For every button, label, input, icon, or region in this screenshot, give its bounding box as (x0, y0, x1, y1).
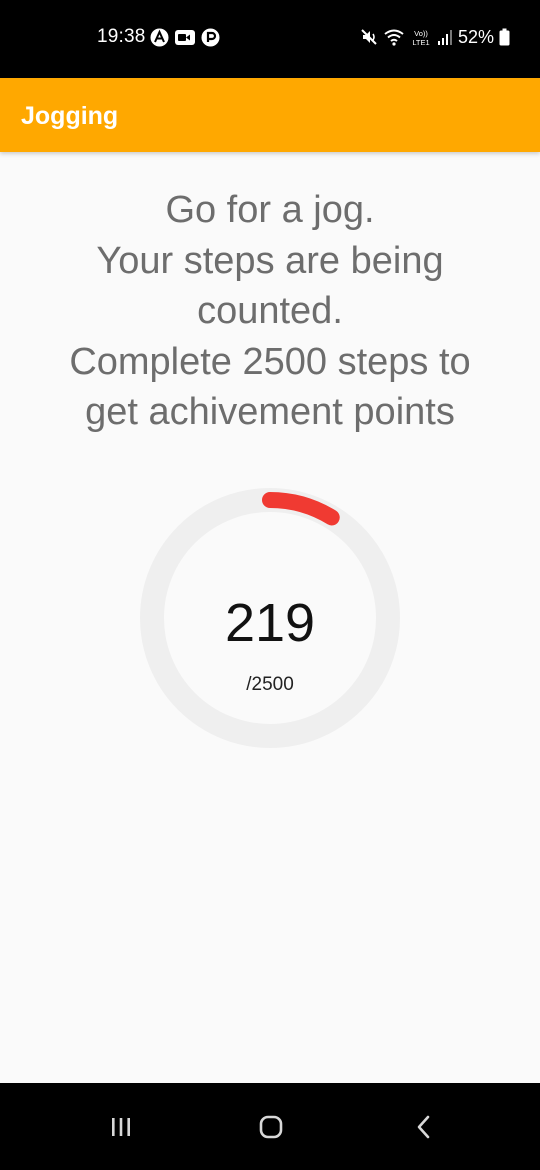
step-goal: /2500 (246, 674, 294, 695)
screen: 19:38 Vo)) LTE1 52% Jogging Go for a jog… (0, 0, 540, 1170)
status-time: 19:38 (97, 26, 146, 47)
status-system-icons: Vo)) LTE1 52% (360, 26, 510, 48)
notification-a-icon (150, 28, 169, 46)
home-button[interactable] (249, 1105, 293, 1149)
battery-icon (499, 28, 510, 46)
instruction-line: counted. (197, 290, 343, 332)
svg-text:Vo)): Vo)) (414, 29, 428, 38)
back-icon (417, 1115, 430, 1139)
instruction-line: Go for a jog. (165, 189, 375, 231)
home-icon (259, 1115, 283, 1139)
notification-r-icon (201, 28, 220, 46)
app-bar: Jogging (0, 78, 540, 152)
status-notification-icons (150, 27, 220, 47)
instruction-line: get achivement points (85, 391, 455, 433)
step-count: 219 (224, 593, 316, 653)
signal-icon (437, 30, 452, 45)
wifi-icon (384, 29, 404, 46)
recent-apps-icon (112, 1118, 130, 1136)
instructions-text: Go for a jog. Your steps are being count… (0, 185, 540, 438)
navigation-bar (0, 1083, 540, 1170)
app-title: Jogging (21, 102, 119, 130)
instruction-line: Complete 2500 steps to (69, 340, 471, 383)
svg-text:LTE1: LTE1 (412, 38, 429, 46)
volte-icon: Vo)) LTE1 (412, 29, 429, 46)
back-button[interactable] (402, 1105, 446, 1149)
mute-icon (361, 29, 377, 45)
battery-percentage: 52% (457, 26, 494, 47)
instruction-line: Your steps are being (96, 239, 444, 282)
status-bar: 19:38 Vo)) LTE1 52% (0, 0, 540, 78)
video-camera-icon (175, 29, 195, 45)
recent-apps-button[interactable] (99, 1105, 143, 1149)
